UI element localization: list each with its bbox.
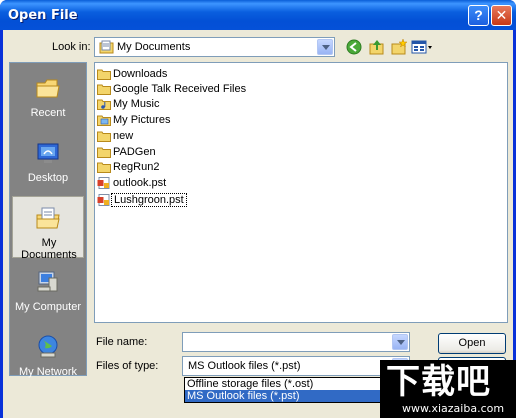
up-folder-icon[interactable]	[368, 38, 386, 56]
watermark-logo: 下载吧 www.xiazaiba.com	[380, 360, 516, 418]
pictures-folder-icon	[97, 115, 111, 126]
window-title: Open File	[8, 8, 78, 23]
file-list[interactable]: Downloads Google Talk Received Files My …	[94, 62, 508, 323]
file-name: Lushgroon.pst	[111, 193, 187, 207]
file-name: My Music	[113, 98, 160, 110]
file-name: My Pictures	[113, 114, 171, 126]
open-file-dialog: Open File ? ✕ Look in: My Documents Rece…	[0, 0, 516, 418]
title-bar[interactable]: Open File ? ✕	[0, 0, 516, 30]
watermark-title: 下载吧	[386, 362, 491, 402]
place-label: Recent	[30, 107, 66, 119]
my-documents-small-icon	[99, 40, 114, 54]
file-type-option-selected[interactable]: MS Outlook files (*.pst)	[185, 390, 409, 402]
watermark-url: www.xiazaiba.com	[402, 402, 505, 415]
my-computer-icon	[37, 271, 58, 292]
place-desktop[interactable]: Desktop	[10, 132, 86, 194]
help-icon: ?	[474, 7, 483, 23]
help-button[interactable]: ?	[468, 5, 489, 26]
open-button[interactable]: Open	[438, 333, 506, 354]
file-name: Downloads	[113, 68, 168, 80]
file-type-label: Files of type:	[96, 360, 159, 372]
place-label: My Computer	[14, 301, 82, 313]
folder-icon	[97, 131, 111, 142]
file-type-option[interactable]: Offline storage files (*.ost)	[185, 378, 409, 390]
desktop-icon	[37, 143, 59, 163]
places-bar: Recent Desktop My Documents My Computer …	[9, 62, 87, 378]
folder-icon	[97, 84, 111, 95]
file-name: RegRun2	[113, 161, 160, 173]
recent-icon	[36, 79, 60, 98]
file-name: outlook.pst	[113, 177, 167, 189]
my-documents-icon	[36, 207, 60, 229]
file-name-input[interactable]	[182, 332, 410, 352]
pst-file-icon	[97, 177, 110, 189]
file-name: Google Talk Received Files	[113, 83, 247, 95]
views-menu-icon[interactable]	[410, 38, 434, 56]
file-type-options-list[interactable]: Offline storage files (*.ost) MS Outlook…	[184, 377, 410, 403]
new-folder-icon[interactable]	[390, 38, 408, 56]
place-my-documents[interactable]: My Documents	[12, 196, 84, 261]
place-label: My Documents	[21, 237, 77, 261]
chevron-down-icon[interactable]	[392, 334, 408, 350]
place-label: Desktop	[27, 172, 69, 184]
look-in-value: My Documents	[117, 41, 191, 53]
place-my-network[interactable]: My Network	[10, 326, 86, 388]
back-icon[interactable]	[345, 38, 363, 56]
folder-icon	[97, 69, 111, 80]
folder-icon	[97, 162, 111, 173]
pst-file-icon	[97, 194, 110, 206]
place-recent[interactable]: Recent	[10, 67, 86, 129]
look-in-label: Look in:	[52, 41, 91, 53]
file-name: PADGen	[113, 146, 156, 158]
my-network-icon	[38, 335, 58, 358]
file-name: new	[113, 130, 134, 142]
chevron-down-icon[interactable]	[317, 39, 333, 55]
folder-icon	[97, 147, 111, 158]
close-button[interactable]: ✕	[491, 5, 512, 26]
place-my-computer[interactable]: My Computer	[10, 261, 86, 323]
music-folder-icon	[97, 99, 111, 110]
file-type-dropdown[interactable]: MS Outlook files (*.pst)	[182, 356, 410, 376]
look-in-dropdown[interactable]: My Documents	[94, 37, 335, 57]
file-type-value: MS Outlook files (*.pst)	[188, 360, 301, 372]
close-icon: ✕	[495, 7, 508, 23]
file-name-label: File name:	[96, 336, 148, 348]
place-label: My Network	[18, 366, 78, 378]
